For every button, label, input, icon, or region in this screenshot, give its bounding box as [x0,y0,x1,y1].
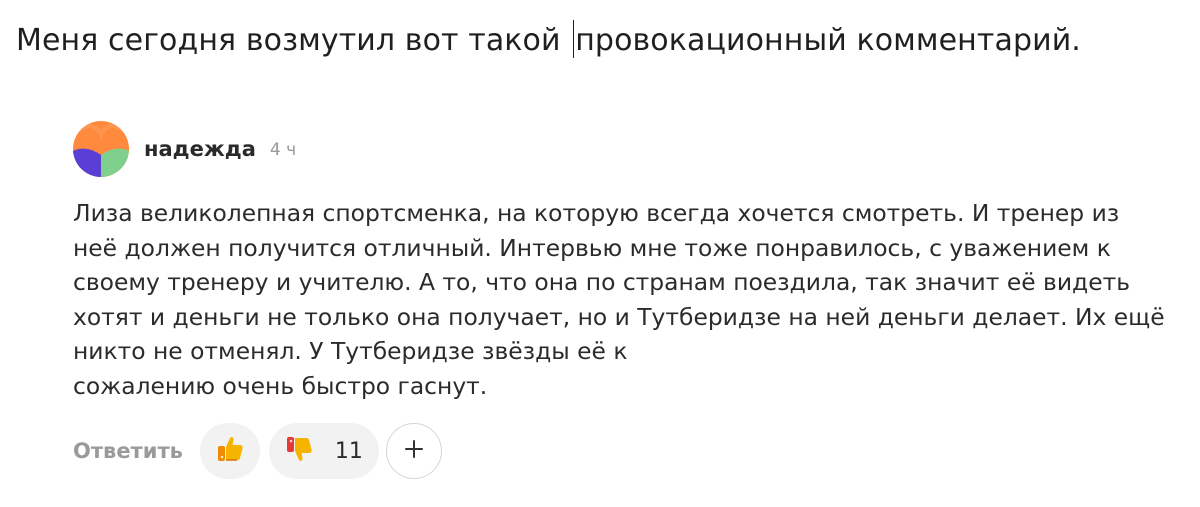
comment-header: надежда 4 ч [73,120,1193,178]
post-text-part-1: Меня сегодня возмутил вот такой [16,23,571,58]
comment-line: неё должен получится отличный. Интервью … [73,233,1111,262]
comment-line: своему тренеру и учителю. А то, что она … [73,268,1130,297]
like-button[interactable] [199,423,260,479]
comment-card: надежда 4 ч Лиза великолепная спортсменк… [73,120,1193,400]
dislike-count: 11 [334,438,363,464]
comment-line: Лиза великолепная спортсменка, на котору… [73,199,1120,227]
comment-line: никто не отменял. У Тутберидзе звёзды её… [73,337,628,366]
reply-button[interactable]: Ответить [73,439,183,463]
thumbs-down-icon [283,433,315,469]
avatar[interactable] [73,121,129,177]
comment-body: Лиза великолепная спортсменка, на котору… [73,196,1193,404]
comment-timestamp: 4 ч [269,140,297,160]
plus-icon [403,438,425,464]
comment-line: сожалению очень быстро гаснут. [73,371,488,400]
add-reaction-button[interactable] [385,423,442,479]
avatar-image [73,121,129,177]
comment-line: хотят и деньги не только она получает, н… [73,302,1165,331]
thumbs-up-icon [214,433,246,469]
dislike-button[interactable]: 11 [268,423,379,479]
comment-author[interactable]: надежда [144,137,256,161]
post-text-part-2: провокационный комментарий. [575,23,1081,58]
comment-actions: Ответить 11 [73,421,442,481]
post-text: Меня сегодня возмутил вот такой провокац… [16,17,1081,65]
